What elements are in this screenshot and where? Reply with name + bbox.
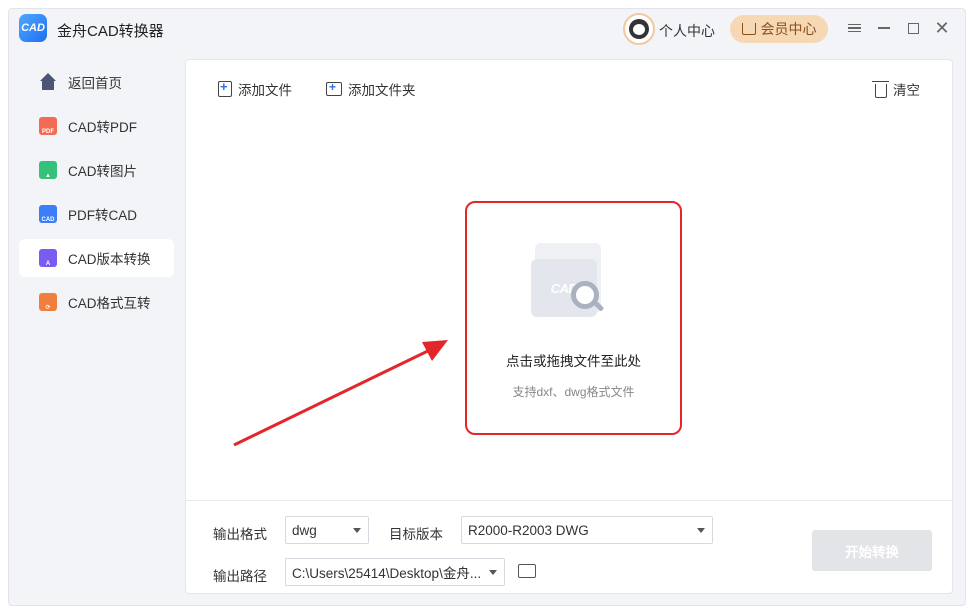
- maximize-icon: [907, 22, 919, 34]
- sidebar-item-cad-to-image[interactable]: ▲ CAD转图片: [19, 151, 174, 189]
- red-arrow-annotation: [233, 340, 448, 447]
- member-center-label: 会员中心: [760, 21, 817, 37]
- sidebar-item-label: CAD格式互转: [68, 296, 151, 311]
- titlebar: CAD 金舟CAD转换器 个人中心 会员中心 ✕: [9, 9, 967, 51]
- output-format-label: 输出格式: [213, 527, 267, 542]
- add-file-label: 添加文件: [238, 83, 292, 98]
- close-button[interactable]: ✕: [933, 19, 951, 37]
- output-format-select[interactable]: dwg: [285, 516, 369, 544]
- trash-icon: [872, 80, 889, 98]
- clear-button[interactable]: 清空: [872, 79, 920, 99]
- output-path-value: C:\Users\25414\Desktop\金舟...: [292, 566, 482, 581]
- start-convert-button[interactable]: 开始转换: [812, 530, 932, 571]
- member-center-button[interactable]: 会员中心: [730, 15, 828, 43]
- sidebar-item-label: PDF转CAD: [68, 208, 138, 223]
- add-folder-label: 添加文件夹: [348, 83, 416, 98]
- sidebar-item-cad-version-convert[interactable]: A CAD版本转换: [19, 239, 174, 277]
- cad-icon: CAD: [39, 205, 57, 223]
- output-path-label: 输出路径: [213, 569, 267, 584]
- app-title: 金舟CAD转换器: [57, 23, 164, 40]
- add-file-icon: [218, 79, 232, 97]
- close-icon: ✕: [934, 18, 950, 38]
- main-panel: 添加文件 添加文件夹 清空 CAD 点击或拖拽文件至此处 支持dxf、dwg格式…: [185, 59, 953, 594]
- home-icon: [39, 73, 57, 91]
- crown-icon: [741, 23, 756, 35]
- sidebar-item-cad-format-convert[interactable]: ⟳ CAD格式互转: [19, 283, 174, 321]
- personal-center-link[interactable]: 个人中心: [659, 21, 715, 41]
- add-folder-button[interactable]: 添加文件夹: [326, 79, 416, 99]
- chevron-down-icon: [697, 528, 705, 533]
- minimize-button[interactable]: [875, 19, 893, 37]
- output-format-value: dwg: [292, 522, 317, 538]
- sidebar: 返回首页 PDF CAD转PDF ▲ CAD转图片 CAD PDF转CAD A …: [19, 63, 174, 327]
- version-icon: A: [39, 249, 57, 267]
- target-version-select[interactable]: R2000-R2003 DWG: [461, 516, 713, 544]
- sidebar-item-pdf-to-cad[interactable]: CAD PDF转CAD: [19, 195, 174, 233]
- file-dropzone[interactable]: CAD 点击或拖拽文件至此处 支持dxf、dwg格式文件: [465, 201, 682, 435]
- chevron-down-icon: [353, 528, 361, 533]
- sidebar-item-label: CAD转图片: [68, 164, 138, 179]
- open-folder-icon[interactable]: [518, 564, 536, 578]
- menu-icon[interactable]: [845, 19, 863, 37]
- settings-bar: 输出格式 dwg 目标版本 R2000-R2003 DWG 输出路径 C:\Us…: [186, 500, 952, 594]
- chevron-down-icon: [489, 570, 497, 575]
- cad-folder-search-icon: CAD: [531, 237, 609, 321]
- pdf-icon: PDF: [39, 117, 57, 135]
- dropzone-title: 点击或拖拽文件至此处: [506, 354, 641, 369]
- sidebar-item-label: 返回首页: [68, 76, 122, 91]
- format-convert-icon: ⟳: [39, 293, 57, 311]
- target-version-value: R2000-R2003 DWG: [468, 522, 589, 538]
- sidebar-item-label: CAD转PDF: [68, 120, 138, 135]
- add-folder-icon: [326, 80, 342, 96]
- sidebar-item-cad-to-pdf[interactable]: PDF CAD转PDF: [19, 107, 174, 145]
- avatar[interactable]: [623, 13, 655, 45]
- dropzone-subtitle: 支持dxf、dwg格式文件: [512, 385, 635, 399]
- output-path-select[interactable]: C:\Users\25414\Desktop\金舟...: [285, 558, 505, 586]
- panda-avatar-icon: [629, 19, 649, 39]
- add-file-button[interactable]: 添加文件: [218, 79, 292, 99]
- sidebar-item-label: CAD版本转换: [68, 252, 151, 267]
- clear-label: 清空: [893, 83, 920, 98]
- app-logo-icon: CAD: [19, 14, 47, 42]
- magnifier-icon: [571, 281, 599, 309]
- maximize-button[interactable]: [904, 19, 922, 37]
- sidebar-item-home[interactable]: 返回首页: [19, 63, 174, 101]
- image-icon: ▲: [39, 161, 57, 179]
- app-window: CAD 金舟CAD转换器 个人中心 会员中心 ✕ 返回首页 PDF CAD转PD…: [8, 8, 966, 606]
- minimize-icon: [878, 27, 890, 29]
- target-version-label: 目标版本: [389, 527, 443, 542]
